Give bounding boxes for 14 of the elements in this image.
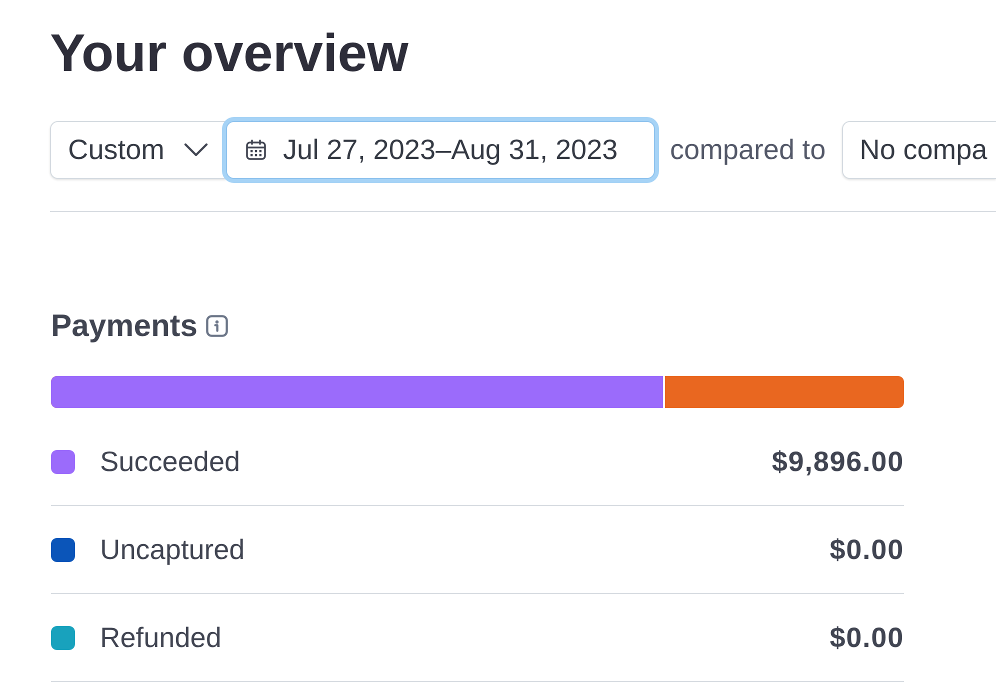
- calendar-icon: [245, 139, 267, 161]
- status-label: Succeeded: [100, 444, 240, 478]
- info-icon[interactable]: [206, 315, 228, 337]
- amount-value: $0.00: [830, 532, 904, 566]
- amount-value: $0.00: [830, 620, 904, 654]
- section-title: Payments: [51, 308, 198, 344]
- compared-to-label: compared to: [670, 133, 826, 167]
- chevron-down-icon: [184, 143, 208, 157]
- status-label: Uncaptured: [100, 532, 245, 567]
- page-title: Your overview: [50, 23, 410, 85]
- period-dropdown[interactable]: Custom: [50, 121, 226, 179]
- amount-value: $9,896.00: [772, 444, 904, 478]
- status-label: Refunded: [100, 620, 222, 654]
- comparison-dropdown[interactable]: No compa: [842, 121, 996, 179]
